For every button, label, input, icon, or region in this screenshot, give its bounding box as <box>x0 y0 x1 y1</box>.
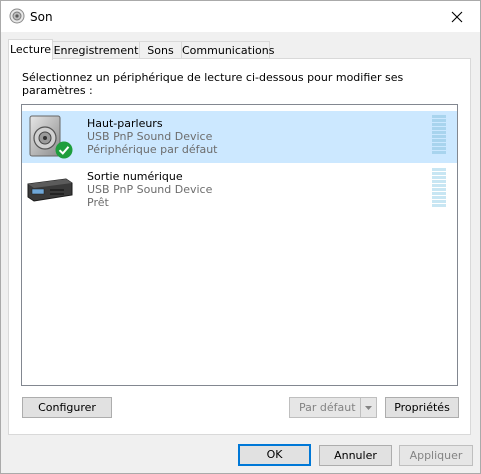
apply-button[interactable]: Appliquer <box>399 445 473 466</box>
set-default-button[interactable]: Par défaut <box>289 397 377 418</box>
close-button[interactable] <box>434 1 480 32</box>
device-status: Périphérique par défaut <box>87 143 218 156</box>
volume-meter <box>432 168 446 212</box>
window-title: Son <box>30 10 53 24</box>
chevron-down-icon <box>365 405 372 410</box>
device-description: USB PnP Sound Device <box>87 183 213 196</box>
digital-output-icon <box>27 178 73 202</box>
cancel-button[interactable]: Annuler <box>319 445 392 466</box>
set-default-label: Par défaut <box>299 401 356 414</box>
tab-enregistrement[interactable]: Enregistrement <box>52 41 140 58</box>
tab-sons[interactable]: Sons <box>139 41 182 58</box>
volume-meter <box>432 115 446 159</box>
configure-button[interactable]: Configurer <box>22 397 112 418</box>
device-list[interactable]: Haut-parleurs USB PnP Sound Device Périp… <box>21 104 458 386</box>
instruction-text: Sélectionnez un périphérique de lecture … <box>22 71 404 97</box>
playback-panel: Sélectionnez un périphérique de lecture … <box>8 58 471 435</box>
device-item-sortie-numerique[interactable]: Sortie numérique USB PnP Sound Device Pr… <box>22 164 457 216</box>
speaker-app-icon <box>9 8 25 24</box>
device-name: Sortie numérique <box>87 170 183 183</box>
device-description: USB PnP Sound Device <box>87 130 213 143</box>
tab-communications[interactable]: Communications <box>181 41 274 58</box>
properties-button[interactable]: Propriétés <box>385 397 459 418</box>
ok-button[interactable]: OK <box>238 444 311 466</box>
set-default-dropdown[interactable] <box>360 398 376 417</box>
tab-lecture[interactable]: Lecture <box>8 39 53 60</box>
device-name: Haut-parleurs <box>87 117 163 130</box>
title-bar: Son <box>1 1 480 32</box>
close-icon <box>451 11 463 22</box>
device-item-haut-parleurs[interactable]: Haut-parleurs USB PnP Sound Device Périp… <box>22 111 457 163</box>
device-status: Prêt <box>87 196 109 209</box>
default-checkmark-icon <box>55 141 73 159</box>
sound-dialog: Son Lecture Enregistrement Sons Communic… <box>0 0 481 474</box>
